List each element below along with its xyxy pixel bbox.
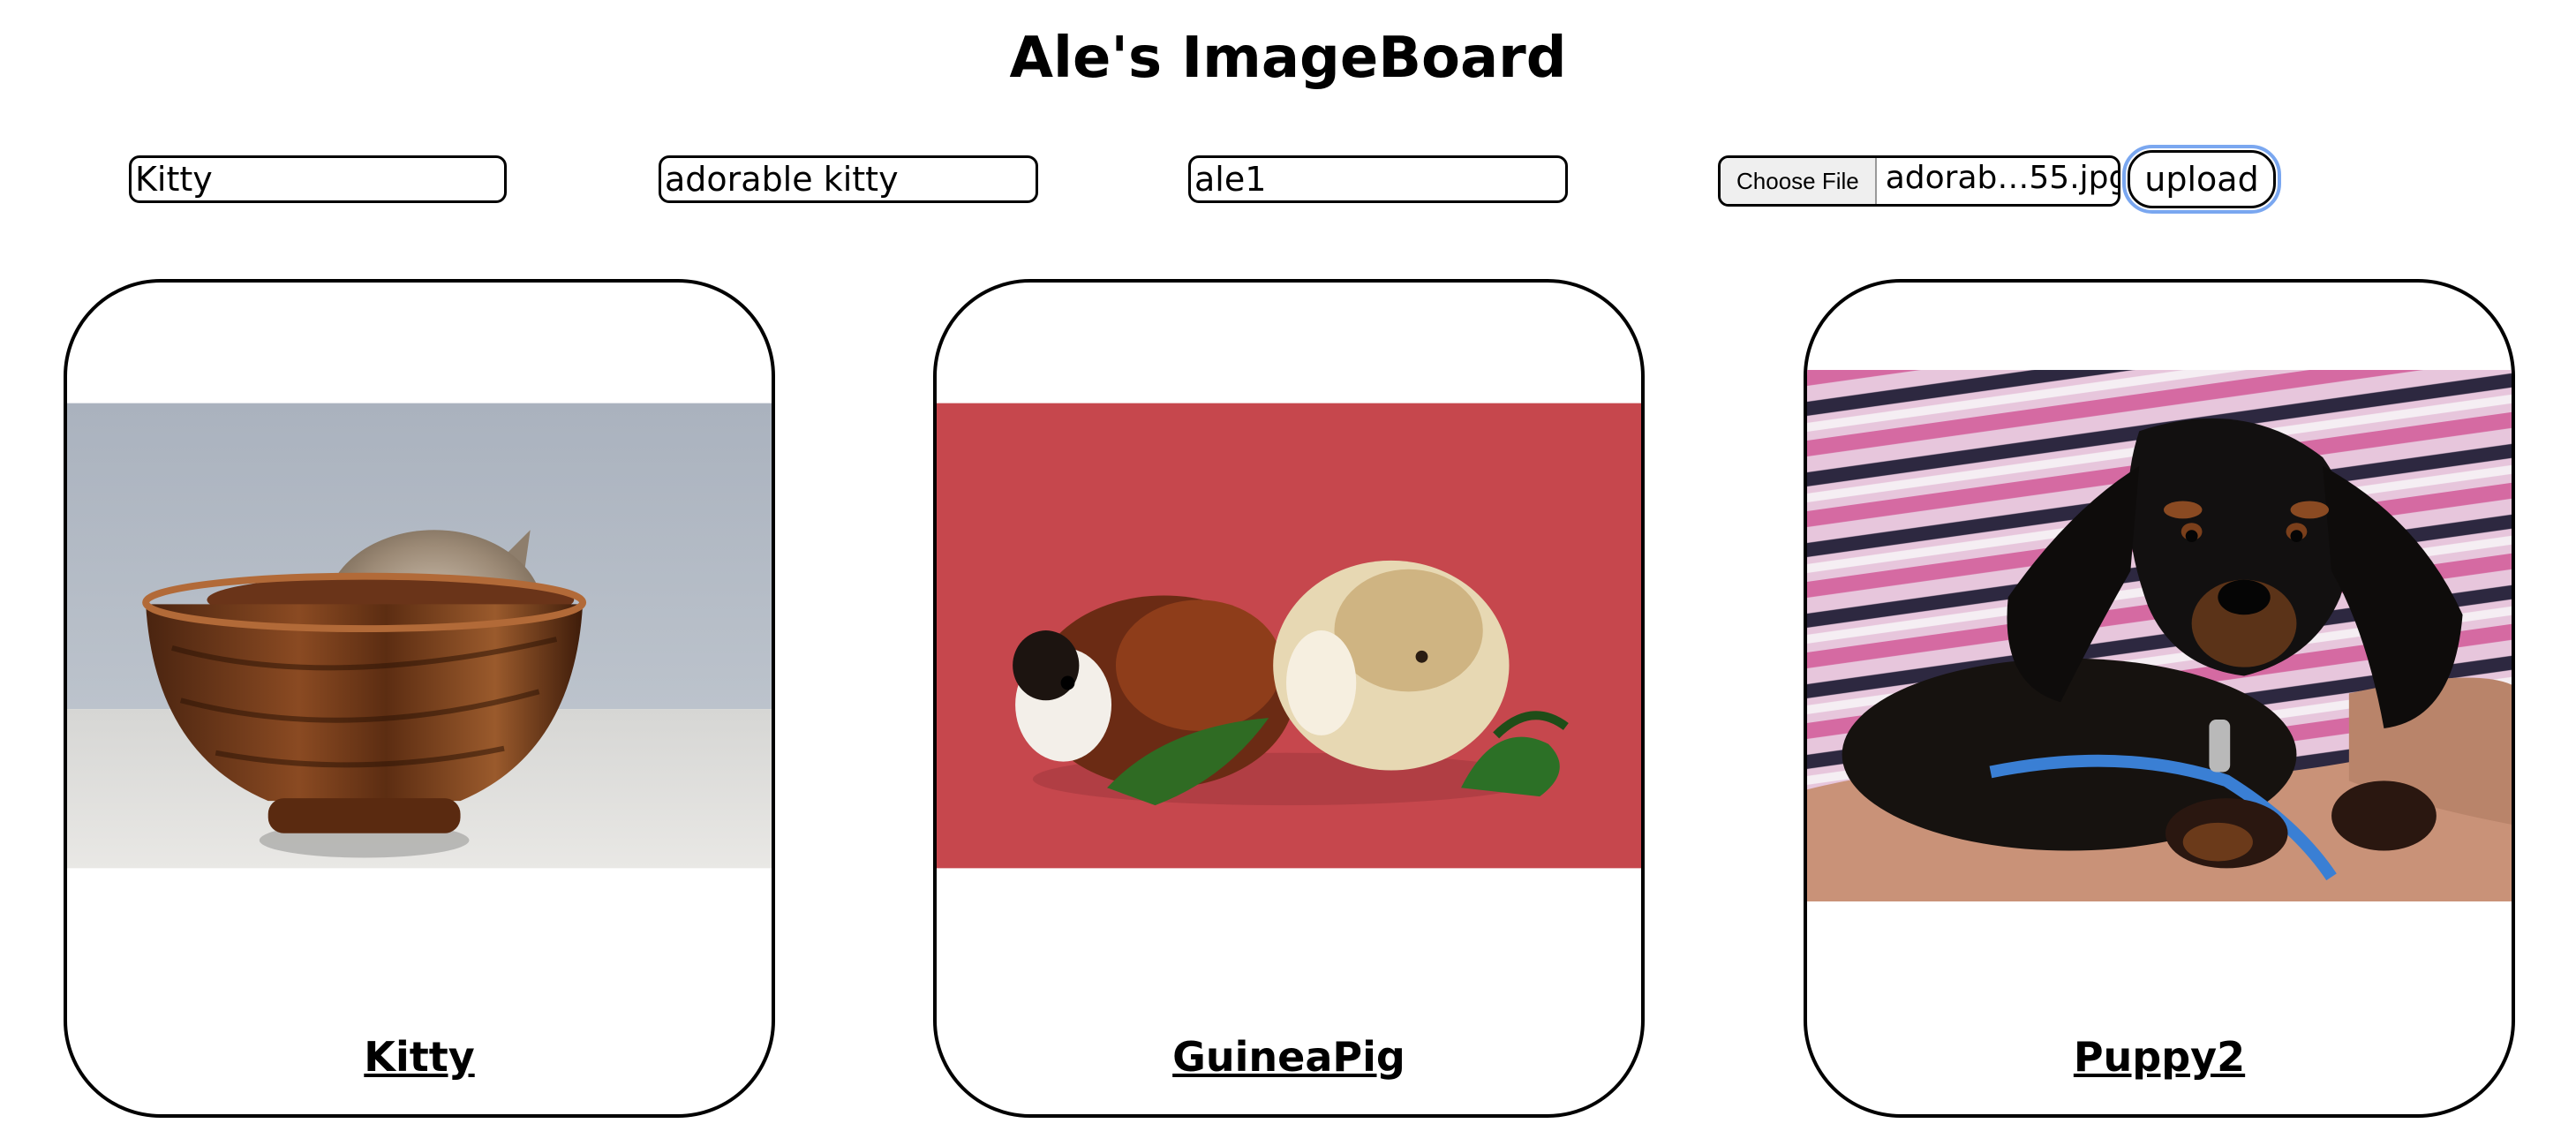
upload-button[interactable]: upload [2122, 145, 2281, 214]
card-caption[interactable]: Kitty [67, 1033, 772, 1081]
card-caption[interactable]: Puppy2 [1807, 1033, 2512, 1081]
image-card[interactable]: Kitty [64, 279, 775, 1118]
puppy-image[interactable] [1807, 367, 2512, 904]
card-caption[interactable]: GuineaPig [937, 1033, 1641, 1081]
file-input[interactable]: Choose File adorab…55.jpg [1718, 155, 2120, 207]
kitten-image[interactable] [67, 401, 772, 871]
choose-file-button[interactable]: Choose File [1721, 158, 1877, 204]
image-card[interactable]: GuineaPig [933, 279, 1645, 1118]
selected-file-name: adorab…55.jpg [1885, 160, 2120, 196]
image-card[interactable]: Puppy2 [1804, 279, 2515, 1118]
description-input[interactable] [659, 155, 1038, 203]
guinea-pigs-image[interactable] [937, 401, 1641, 871]
page-title: Ale's ImageBoard [1009, 26, 1567, 91]
title-input[interactable] [129, 155, 507, 203]
username-input[interactable] [1188, 155, 1568, 203]
